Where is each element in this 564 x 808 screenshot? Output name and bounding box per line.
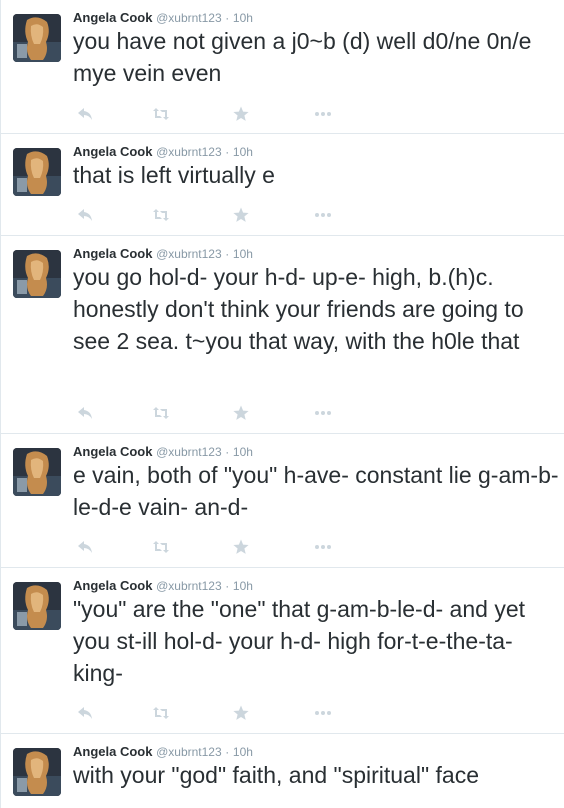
avatar[interactable] xyxy=(13,14,61,62)
author-handle[interactable]: @xubrnt123 xyxy=(156,445,222,459)
avatar[interactable] xyxy=(13,448,61,496)
star-icon[interactable] xyxy=(231,704,251,722)
author-name[interactable]: Angela Cook xyxy=(73,10,152,25)
author-handle[interactable]: @xubrnt123 xyxy=(156,579,222,593)
tweet-text: "you" are the "one" that g-am-b-le-d- an… xyxy=(73,596,526,686)
separator: · xyxy=(225,579,230,593)
author-name[interactable]: Angela Cook xyxy=(73,578,152,593)
avatar[interactable] xyxy=(13,250,61,298)
avatar[interactable] xyxy=(13,582,61,630)
timestamp[interactable]: 10h xyxy=(233,745,253,759)
tweet[interactable]: Angela Cook @xubrnt123 · 10h you go hol-… xyxy=(1,236,564,434)
star-icon[interactable] xyxy=(231,206,251,224)
retweet-icon[interactable] xyxy=(151,105,171,123)
tweet-text: you have not given a j0~b (d) well d0/ne… xyxy=(73,28,532,86)
tweet[interactable]: Angela Cook @xubrnt123 · 10h you have no… xyxy=(1,0,564,134)
avatar[interactable] xyxy=(13,748,61,796)
timestamp[interactable]: 10h xyxy=(233,579,253,593)
more-icon[interactable] xyxy=(313,404,333,422)
reply-icon[interactable] xyxy=(75,704,95,722)
separator: · xyxy=(225,11,230,25)
reply-icon[interactable] xyxy=(75,538,95,556)
timestamp[interactable]: 10h xyxy=(233,11,253,25)
author-handle[interactable]: @xubrnt123 xyxy=(156,745,222,759)
separator: · xyxy=(225,247,230,261)
retweet-icon[interactable] xyxy=(151,404,171,422)
timestamp[interactable]: 10h xyxy=(233,145,253,159)
reply-icon[interactable] xyxy=(75,404,95,422)
star-icon[interactable] xyxy=(231,105,251,123)
separator: · xyxy=(225,745,230,759)
tweet-text: that is left virtually e xyxy=(73,162,275,188)
tweet-header: Angela Cook @xubrnt123 · 10h xyxy=(73,744,253,760)
star-icon[interactable] xyxy=(231,538,251,556)
more-icon[interactable] xyxy=(313,105,333,123)
tweet-actions xyxy=(75,206,335,224)
author-handle[interactable]: @xubrnt123 xyxy=(156,145,222,159)
timestamp[interactable]: 10h xyxy=(233,445,253,459)
author-name[interactable]: Angela Cook xyxy=(73,744,152,759)
tweet-header: Angela Cook @xubrnt123 · 10h xyxy=(73,10,253,26)
tweet-text: e vain, both of "you" h-ave- constant li… xyxy=(73,462,559,520)
more-icon[interactable] xyxy=(313,704,333,722)
author-handle[interactable]: @xubrnt123 xyxy=(156,11,222,25)
retweet-icon[interactable] xyxy=(151,704,171,722)
tweet-actions xyxy=(75,404,335,422)
tweet[interactable]: Angela Cook @xubrnt123 · 10h that is lef… xyxy=(1,134,564,236)
star-icon[interactable] xyxy=(231,404,251,422)
tweet-header: Angela Cook @xubrnt123 · 10h xyxy=(73,444,253,460)
tweet-header: Angela Cook @xubrnt123 · 10h xyxy=(73,578,253,594)
avatar[interactable] xyxy=(13,148,61,196)
tweet-text: with your "god" faith, and "spiritual" f… xyxy=(73,762,479,788)
author-name[interactable]: Angela Cook xyxy=(73,246,152,261)
author-handle[interactable]: @xubrnt123 xyxy=(156,247,222,261)
tweet[interactable]: Angela Cook @xubrnt123 · 10h with your "… xyxy=(1,734,564,808)
retweet-icon[interactable] xyxy=(151,206,171,224)
author-name[interactable]: Angela Cook xyxy=(73,444,152,459)
timestamp[interactable]: 10h xyxy=(233,247,253,261)
retweet-icon[interactable] xyxy=(151,538,171,556)
tweet-actions xyxy=(75,538,335,556)
tweet-header: Angela Cook @xubrnt123 · 10h xyxy=(73,144,253,160)
separator: · xyxy=(225,145,230,159)
tweet-header: Angela Cook @xubrnt123 · 10h xyxy=(73,246,253,262)
tweet[interactable]: Angela Cook @xubrnt123 · 10h "you" are t… xyxy=(1,568,564,734)
author-name[interactable]: Angela Cook xyxy=(73,144,152,159)
tweet-text: you go hol-d- your h-d- up-e- high, b.(h… xyxy=(73,264,524,354)
more-icon[interactable] xyxy=(313,538,333,556)
more-icon[interactable] xyxy=(313,206,333,224)
tweet-feed: Angela Cook @xubrnt123 · 10h you have no… xyxy=(0,0,564,808)
reply-icon[interactable] xyxy=(75,105,95,123)
tweet-actions xyxy=(75,704,335,722)
tweet[interactable]: Angela Cook @xubrnt123 · 10h e vain, bot… xyxy=(1,434,564,568)
reply-icon[interactable] xyxy=(75,206,95,224)
tweet-actions xyxy=(75,105,335,123)
separator: · xyxy=(225,445,230,459)
